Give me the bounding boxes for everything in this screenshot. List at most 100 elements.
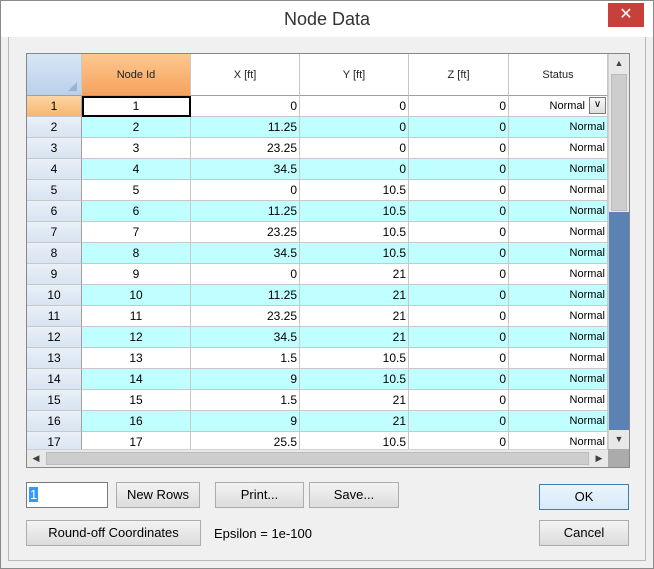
row-header[interactable]: 6 <box>27 201 82 222</box>
cell-z[interactable]: 0 <box>409 369 509 390</box>
column-header-x[interactable]: X [ft] <box>191 54 300 96</box>
row-header[interactable]: 9 <box>27 264 82 285</box>
save-button[interactable]: Save... <box>309 482 399 508</box>
cell-z[interactable]: 0 <box>409 327 509 348</box>
cell-node-id[interactable]: 7 <box>82 222 191 243</box>
cell-z[interactable]: 0 <box>409 180 509 201</box>
row-header[interactable]: 11 <box>27 306 82 327</box>
cancel-button[interactable]: Cancel <box>539 520 629 546</box>
cell-status[interactable]: Normal <box>509 390 608 411</box>
cell-z[interactable]: 0 <box>409 222 509 243</box>
horizontal-scroll-thumb[interactable] <box>46 452 589 465</box>
cell-x[interactable]: 0 <box>191 96 300 117</box>
cell-x[interactable]: 11.25 <box>191 201 300 222</box>
vertical-scroll-thumb[interactable] <box>611 74 627 211</box>
ok-button[interactable]: OK <box>539 484 629 510</box>
row-header[interactable]: 4 <box>27 159 82 180</box>
row-header[interactable]: 1 <box>27 96 82 117</box>
close-button[interactable]: ✕ <box>608 3 644 27</box>
cell-node-id[interactable]: 10 <box>82 285 191 306</box>
cell-y[interactable]: 10.5 <box>300 201 409 222</box>
cell-x[interactable]: 9 <box>191 411 300 432</box>
cell-z[interactable]: 0 <box>409 201 509 222</box>
cell-z[interactable]: 0 <box>409 390 509 411</box>
cell-status[interactable]: Normal <box>509 180 608 201</box>
cell-x[interactable]: 23.25 <box>191 306 300 327</box>
cell-y[interactable]: 21 <box>300 327 409 348</box>
round-off-coordinates-button[interactable]: Round-off Coordinates <box>26 520 201 546</box>
cell-x[interactable]: 0 <box>191 180 300 201</box>
print-button[interactable]: Print... <box>215 482 304 508</box>
cell-node-id[interactable]: 8 <box>82 243 191 264</box>
row-header[interactable]: 13 <box>27 348 82 369</box>
cell-y[interactable]: 0 <box>300 117 409 138</box>
row-header[interactable]: 10 <box>27 285 82 306</box>
cell-node-id[interactable]: 13 <box>82 348 191 369</box>
row-header[interactable]: 12 <box>27 327 82 348</box>
cell-z[interactable]: 0 <box>409 138 509 159</box>
cell-x[interactable]: 23.25 <box>191 222 300 243</box>
horizontal-scrollbar[interactable]: ◀ ▶ <box>27 449 608 467</box>
scroll-left-icon[interactable]: ◀ <box>27 450 45 467</box>
scroll-up-icon[interactable]: ▲ <box>609 54 629 72</box>
cell-status[interactable]: Normal <box>509 306 608 327</box>
cell-x[interactable]: 1.5 <box>191 390 300 411</box>
cell-y[interactable]: 0 <box>300 138 409 159</box>
cell-x[interactable]: 34.5 <box>191 243 300 264</box>
cell-y[interactable]: 21 <box>300 264 409 285</box>
cell-y[interactable]: 10.5 <box>300 348 409 369</box>
column-header-node-id[interactable]: Node Id <box>82 54 191 96</box>
cell-y[interactable]: 10.5 <box>300 369 409 390</box>
cell-status[interactable]: Normal <box>509 243 608 264</box>
vertical-scrollbar[interactable]: ▲ ▼ <box>608 54 629 449</box>
new-rows-count-input[interactable]: 1 <box>26 482 108 508</box>
cell-z[interactable]: 0 <box>409 159 509 180</box>
cell-status[interactable]: Normal <box>509 264 608 285</box>
cell-status[interactable]: Normal <box>509 159 608 180</box>
row-header[interactable]: 2 <box>27 117 82 138</box>
cell-node-id[interactable]: 5 <box>82 180 191 201</box>
cell-y[interactable]: 21 <box>300 306 409 327</box>
cell-status[interactable]: Normal <box>509 285 608 306</box>
cell-node-id[interactable]: 3 <box>82 138 191 159</box>
cell-node-id[interactable]: 14 <box>82 369 191 390</box>
cell-x[interactable]: 11.25 <box>191 117 300 138</box>
row-header[interactable]: 3 <box>27 138 82 159</box>
cell-status[interactable]: Normal <box>509 348 608 369</box>
select-all-corner[interactable] <box>27 54 82 96</box>
cell-y[interactable]: 10.5 <box>300 222 409 243</box>
column-header-y[interactable]: Y [ft] <box>300 54 409 96</box>
cell-y[interactable]: 10.5 <box>300 180 409 201</box>
row-header[interactable]: 14 <box>27 369 82 390</box>
row-header[interactable]: 15 <box>27 390 82 411</box>
cell-z[interactable]: 0 <box>409 96 509 117</box>
cell-node-id[interactable]: 4 <box>82 159 191 180</box>
cell-y[interactable]: 21 <box>300 390 409 411</box>
cell-status[interactable]: Normal <box>509 201 608 222</box>
cell-x[interactable]: 11.25 <box>191 285 300 306</box>
cell-node-id[interactable]: 9 <box>82 264 191 285</box>
chevron-down-icon[interactable]: ∨ <box>589 97 606 114</box>
cell-node-id[interactable]: 1 <box>82 96 191 117</box>
new-rows-button[interactable]: New Rows <box>116 482 200 508</box>
scroll-down-icon[interactable]: ▼ <box>609 430 629 448</box>
cell-node-id[interactable]: 15 <box>82 390 191 411</box>
row-header[interactable]: 7 <box>27 222 82 243</box>
cell-status[interactable]: Normal <box>509 222 608 243</box>
cell-z[interactable]: 0 <box>409 264 509 285</box>
cell-node-id[interactable]: 2 <box>82 117 191 138</box>
scroll-right-icon[interactable]: ▶ <box>590 450 608 467</box>
column-header-z[interactable]: Z [ft] <box>409 54 509 96</box>
cell-node-id[interactable]: 6 <box>82 201 191 222</box>
column-header-status[interactable]: Status <box>509 54 608 96</box>
cell-node-id[interactable]: 12 <box>82 327 191 348</box>
cell-y[interactable]: 0 <box>300 96 409 117</box>
cell-status[interactable]: Normal <box>509 117 608 138</box>
cell-y[interactable]: 10.5 <box>300 243 409 264</box>
row-header[interactable]: 16 <box>27 411 82 432</box>
cell-z[interactable]: 0 <box>409 411 509 432</box>
cell-x[interactable]: 1.5 <box>191 348 300 369</box>
row-header[interactable]: 8 <box>27 243 82 264</box>
cell-z[interactable]: 0 <box>409 348 509 369</box>
cell-y[interactable]: 21 <box>300 411 409 432</box>
